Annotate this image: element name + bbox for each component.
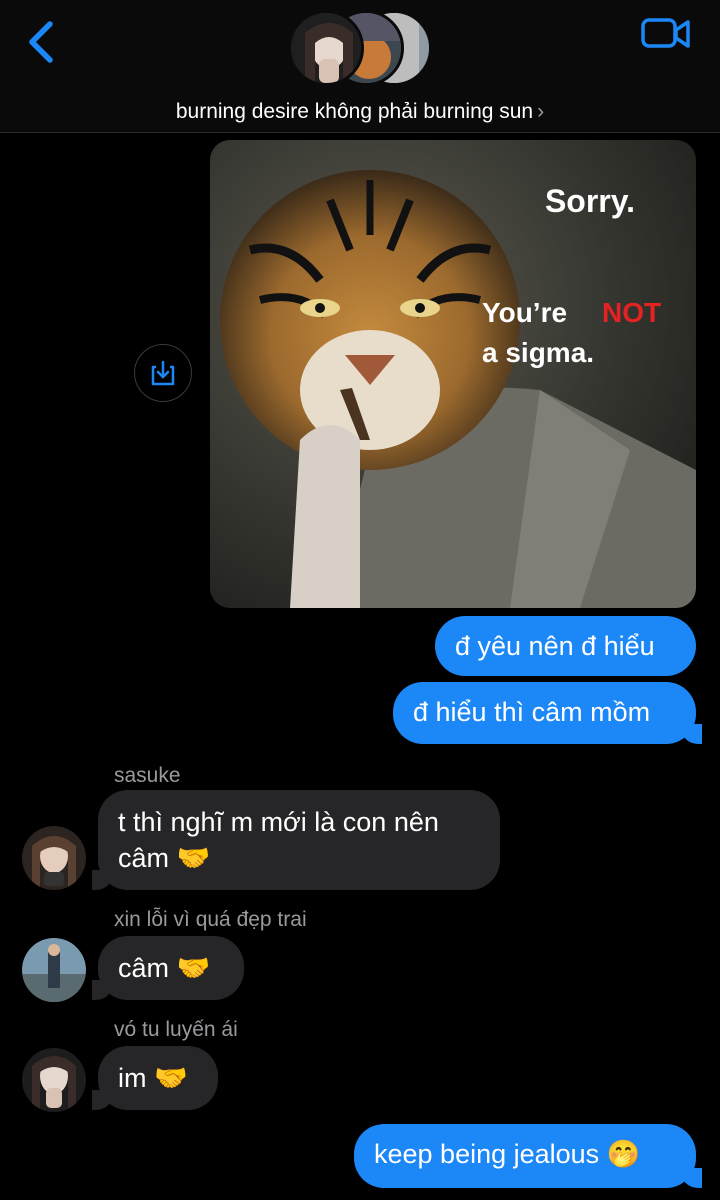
sent-message[interactable]: keep being jealous 🤭 xyxy=(354,1124,702,1188)
back-button[interactable] xyxy=(22,18,62,66)
image-text-youre: You’re xyxy=(482,297,567,328)
sender-name: xin lỗi vì quá đẹp trai xyxy=(114,908,307,931)
chevron-left-icon xyxy=(29,21,53,63)
tiger-meme-image: Sorry. You’re NOT a sigma. xyxy=(210,140,696,608)
message-text: câm 🤝 xyxy=(118,953,211,983)
video-call-button[interactable] xyxy=(640,14,692,54)
message-text: đ hiểu thì câm mồm xyxy=(413,697,651,727)
conversation-title[interactable]: burning desire không phải burning sun › xyxy=(0,100,720,124)
sent-message[interactable]: đ hiểu thì câm mồm xyxy=(393,682,702,744)
message-text: im 🤝 xyxy=(118,1063,188,1093)
avatar-xin-loi[interactable] xyxy=(22,938,86,1002)
received-message[interactable]: im 🤝 xyxy=(92,1046,218,1110)
sender-name: sasuke xyxy=(114,764,181,787)
sent-message[interactable]: đ yêu nên đ hiểu xyxy=(435,616,696,676)
avatar-sasuke[interactable] xyxy=(22,826,86,890)
sender-name: vó tu luyến ái xyxy=(114,1018,238,1041)
image-text-sorry: Sorry. xyxy=(545,183,635,219)
chevron-right-icon: › xyxy=(537,100,545,123)
conversation-header: burning desire không phải burning sun › xyxy=(0,0,720,133)
group-avatars[interactable] xyxy=(288,10,438,90)
message-text: đ yêu nên đ hiểu xyxy=(455,631,655,661)
shared-image-tiger-meme[interactable]: Sorry. You’re NOT a sigma. xyxy=(210,140,696,608)
message-text: t thì nghĩ m mới là con nên câm 🤝 xyxy=(118,807,439,873)
message-text: keep being jealous 🤭 xyxy=(374,1139,641,1169)
save-media-button[interactable] xyxy=(134,344,192,402)
received-message[interactable]: câm 🤝 xyxy=(92,936,244,1000)
video-camera-icon xyxy=(641,18,690,48)
conversation-title-text: burning desire không phải burning sun xyxy=(175,100,534,123)
download-icon xyxy=(151,360,175,386)
image-text-not: NOT xyxy=(602,297,661,328)
group-avatar-1 xyxy=(288,10,364,86)
avatar-vo-tu-luyen-ai[interactable] xyxy=(22,1048,86,1112)
received-message[interactable]: t thì nghĩ m mới là con nên câm 🤝 xyxy=(92,790,500,890)
image-text-sigma: a sigma. xyxy=(482,337,594,368)
